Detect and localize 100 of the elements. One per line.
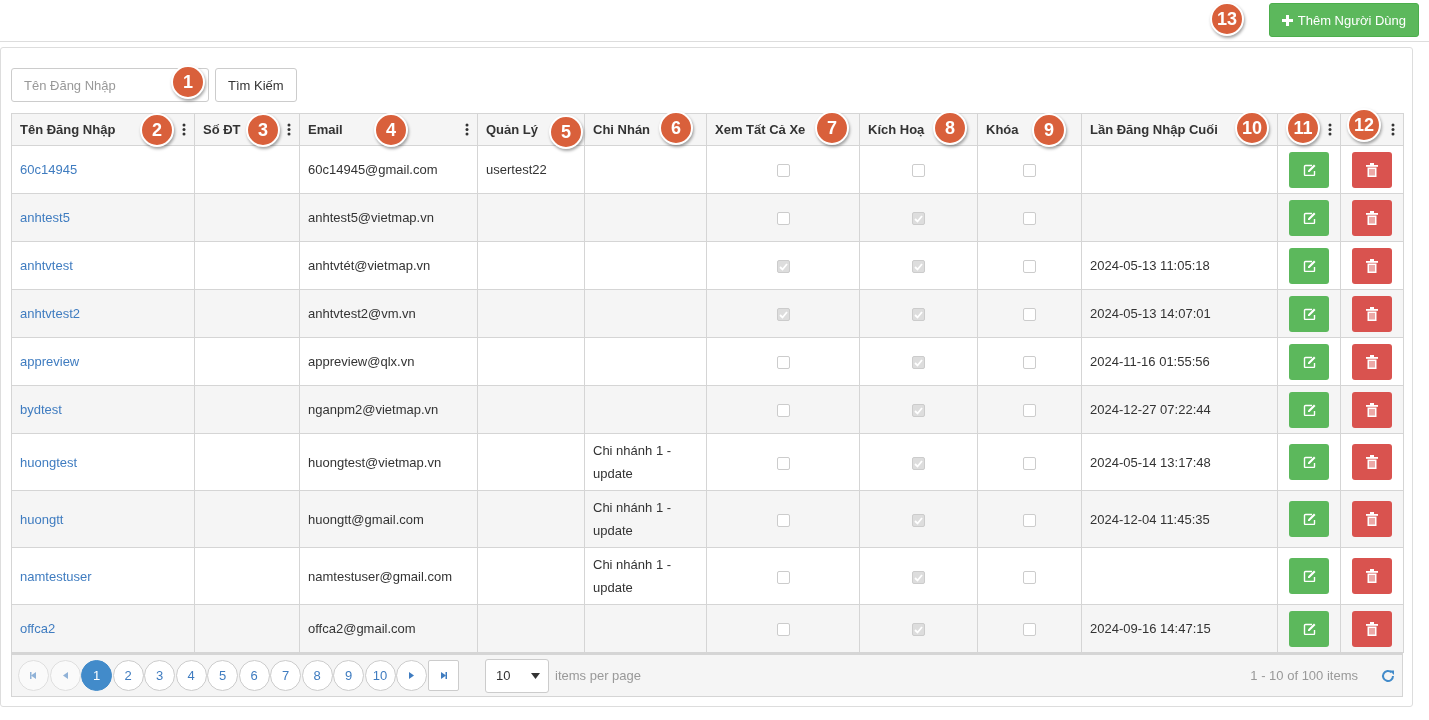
checkbox[interactable] — [1023, 404, 1036, 418]
delete-button[interactable] — [1352, 151, 1392, 188]
edit-button[interactable] — [1289, 610, 1329, 647]
table-cell: huongtest@vietmap.vn — [308, 454, 442, 470]
next-page-button[interactable] — [396, 660, 427, 691]
delete-button[interactable] — [1352, 343, 1392, 380]
page-button[interactable]: 1 — [81, 660, 112, 691]
trash-icon — [1366, 569, 1378, 583]
checkbox[interactable] — [912, 356, 925, 370]
page-button[interactable]: 9 — [333, 660, 364, 691]
edit-button[interactable] — [1289, 343, 1329, 380]
table-cell: 2024-12-04 11:45:35 — [1090, 511, 1210, 527]
column-header[interactable]: Xem Tất Cả Xe — [715, 118, 806, 141]
checkbox[interactable] — [776, 570, 790, 584]
edit-button[interactable] — [1289, 501, 1329, 537]
column-header[interactable]: Lần Đăng Nhập Cuối — [1090, 118, 1218, 141]
username-link[interactable]: appreview — [20, 354, 80, 369]
table-cell: anhtvtest2@vm.vn — [308, 306, 416, 321]
page-button[interactable]: 2 — [112, 660, 144, 691]
edit-icon — [1302, 456, 1316, 468]
username-link[interactable]: namtestuser — [20, 568, 92, 584]
column-header[interactable]: Khóa — [986, 118, 1019, 141]
edit-button[interactable] — [1289, 295, 1329, 332]
checkbox[interactable] — [1023, 164, 1036, 178]
username-link[interactable]: anhtvtest2 — [20, 306, 80, 321]
checkbox[interactable] — [776, 308, 790, 322]
checkbox[interactable] — [1023, 308, 1036, 322]
check-icon — [778, 262, 788, 272]
checkbox[interactable] — [912, 308, 925, 322]
checkbox[interactable] — [776, 212, 790, 226]
table-cell: offca2@gmail.com — [308, 621, 416, 636]
edit-button[interactable] — [1289, 444, 1329, 480]
column-header[interactable]: Email — [308, 118, 343, 141]
column-header[interactable]: Quản Lý — [486, 118, 538, 141]
edit-button[interactable] — [1289, 151, 1329, 188]
edit-button[interactable] — [1289, 558, 1329, 594]
last-page-button[interactable] — [427, 660, 459, 691]
checkbox[interactable] — [1023, 456, 1036, 470]
delete-button[interactable] — [1352, 391, 1392, 428]
page-button[interactable]: 8 — [301, 660, 333, 691]
checkbox[interactable] — [1023, 212, 1036, 226]
username-link[interactable]: 60c14945 — [20, 162, 78, 177]
column-header[interactable]: Tên Đăng Nhập — [20, 118, 116, 141]
page-button[interactable]: 10 — [364, 660, 396, 691]
checkbox[interactable] — [776, 164, 790, 178]
delete-button[interactable] — [1352, 501, 1392, 537]
add-user-button[interactable]: Thêm Người Dùng — [1268, 3, 1419, 37]
checkbox[interactable] — [912, 212, 925, 226]
checkbox[interactable] — [776, 623, 790, 637]
username-link[interactable]: anhtest5 — [20, 210, 70, 225]
delete-button[interactable] — [1352, 199, 1392, 236]
trash-icon — [1366, 210, 1378, 225]
username-link[interactable]: huongtest — [20, 454, 78, 470]
checkbox[interactable] — [776, 356, 790, 370]
checkbox[interactable] — [1023, 623, 1036, 637]
trash-icon — [1366, 512, 1378, 526]
table-cell: appreview@qlx.vn — [308, 354, 415, 369]
delete-button[interactable] — [1352, 558, 1392, 594]
checkbox[interactable] — [776, 456, 790, 470]
checkbox[interactable] — [912, 260, 925, 274]
column-header[interactable]: Số ĐT — [203, 118, 241, 141]
search-button[interactable]: Tìm Kiếm — [215, 68, 297, 102]
edit-button[interactable] — [1289, 247, 1329, 284]
delete-button[interactable] — [1352, 247, 1392, 284]
checkbox[interactable] — [1023, 356, 1036, 370]
page-button[interactable]: 4 — [175, 660, 207, 691]
checkbox[interactable] — [776, 404, 790, 418]
checkbox[interactable] — [1023, 260, 1036, 274]
page-button[interactable]: 5 — [207, 660, 238, 691]
delete-button[interactable] — [1352, 295, 1392, 332]
username-link[interactable]: offca2 — [20, 621, 56, 636]
page-button[interactable]: 7 — [270, 660, 301, 691]
column-header[interactable]: Chi Nhán — [593, 118, 651, 141]
username-link[interactable]: bydtest — [20, 402, 62, 417]
checkbox[interactable] — [1023, 513, 1036, 527]
edit-icon — [1302, 259, 1316, 272]
trash-icon — [1366, 162, 1378, 177]
checkbox[interactable] — [776, 513, 790, 527]
username-link[interactable]: huongtt — [20, 511, 64, 527]
checkbox[interactable] — [912, 404, 925, 418]
checkbox[interactable] — [1023, 570, 1036, 584]
delete-button[interactable] — [1352, 610, 1392, 647]
username-link[interactable]: anhtvtest — [20, 258, 73, 273]
checkbox[interactable] — [912, 164, 925, 178]
checkbox[interactable] — [776, 260, 790, 274]
check-icon — [914, 572, 923, 582]
column-header[interactable]: Kích Hoạ — [868, 118, 925, 141]
edit-button[interactable] — [1289, 391, 1329, 428]
checkbox[interactable] — [912, 513, 925, 527]
delete-button[interactable] — [1352, 444, 1392, 480]
checkbox[interactable] — [912, 570, 925, 584]
edit-icon — [1302, 355, 1316, 368]
page-button[interactable]: 6 — [238, 660, 270, 691]
table-cell: anhtvtét@vietmap.vn — [308, 258, 431, 273]
page-button[interactable]: 3 — [144, 660, 175, 691]
edit-button[interactable] — [1289, 199, 1329, 236]
trash-icon — [1366, 258, 1378, 273]
page-size-dropdown[interactable]: 10 — [485, 658, 549, 693]
checkbox[interactable] — [912, 623, 925, 637]
checkbox[interactable] — [912, 456, 925, 470]
